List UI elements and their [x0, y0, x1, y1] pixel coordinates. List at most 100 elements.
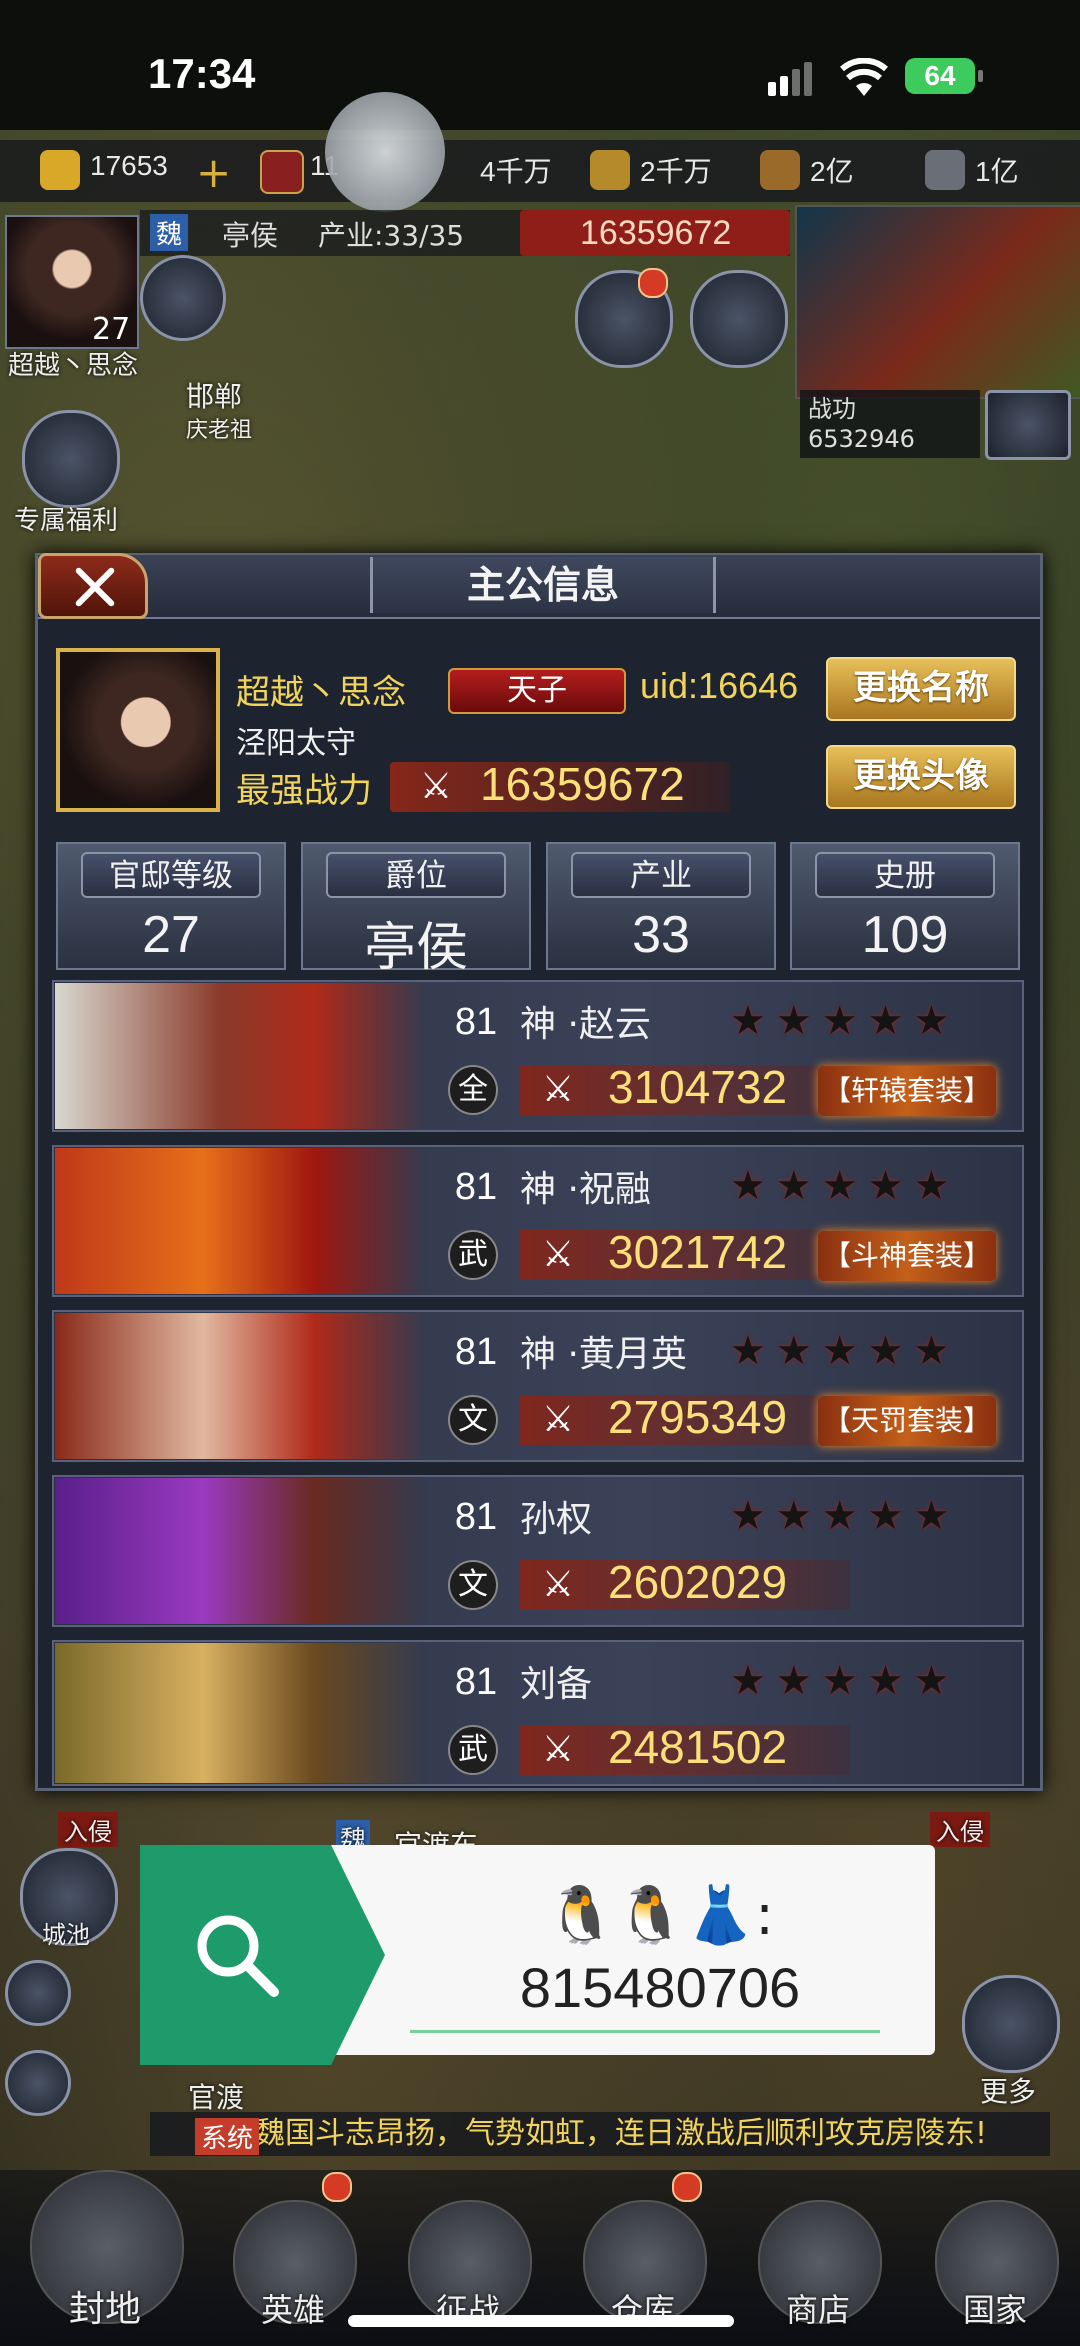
food-amount: 4千万	[480, 156, 552, 187]
summer-season-icon[interactable]	[5, 2050, 71, 2116]
invade-label-right: 入侵	[930, 1812, 990, 1847]
hero-stars: ★★★★★	[730, 1328, 960, 1374]
status-time: 17:34	[148, 50, 256, 97]
merit-label: 战功	[808, 395, 856, 423]
hero-level: 81	[454, 1001, 498, 1043]
battery-indicator: 64	[905, 58, 983, 94]
minimap[interactable]	[795, 205, 1080, 399]
ore-icon	[760, 150, 800, 190]
hero-set-tag: 【斗神套装】	[818, 1231, 996, 1281]
city-owner: 庆老祖	[186, 418, 253, 443]
nav-label-nation: 国家	[962, 2291, 1027, 2329]
hero-type-badge: 全	[448, 1065, 498, 1115]
crossed-swords-icon: ⚔	[541, 1234, 575, 1275]
level-icon	[260, 150, 304, 194]
city-label: 城池	[42, 1921, 90, 1949]
zoom-icon[interactable]	[5, 1960, 71, 2026]
hero-portrait	[55, 983, 425, 1129]
hero-name: 神 ·祝融	[520, 1169, 651, 1210]
notification-dot	[322, 2172, 352, 2202]
player-level-top: 27	[92, 312, 131, 347]
crossed-swords-icon: ⚔	[419, 766, 453, 807]
hero-set-tag: 【轩辕套装】	[818, 1066, 996, 1116]
nav-label-fief: 封地	[68, 2289, 141, 2330]
lord-name: 超越丶思念	[236, 673, 406, 713]
ore-amount: 2亿	[810, 156, 854, 187]
hero-power: 2795349	[608, 1391, 788, 1443]
game-logo	[325, 92, 445, 212]
shield-icon[interactable]	[140, 255, 226, 341]
notification-dot	[638, 268, 668, 298]
more-label[interactable]: 更多	[980, 2070, 1036, 2110]
hero-level: 81	[454, 1661, 498, 1703]
hero-stars: ★★★★★	[730, 998, 960, 1044]
welfare-label: 专属福利	[14, 506, 119, 536]
iron-amount: 1亿	[975, 156, 1019, 187]
dialog-title: 主公信息	[370, 557, 716, 613]
hero-power: 3104732	[608, 1061, 788, 1113]
guandu-label: 官渡	[188, 2081, 245, 2114]
hero-name: 神 ·黄月英	[520, 1334, 687, 1375]
iron-icon	[925, 150, 965, 190]
nav-label-shop: 商店	[785, 2291, 850, 2329]
rename-button[interactable]: 更换名称	[826, 657, 1016, 721]
invade-label-left: 入侵	[58, 1812, 118, 1847]
stat-label-nobility: 爵位	[326, 852, 506, 898]
hero-stars: ★★★★★	[730, 1163, 960, 1209]
crossed-swords-icon: ⚔	[541, 1564, 575, 1605]
hero-power: 2481502	[608, 1721, 788, 1773]
search-icon	[197, 1915, 279, 1997]
rank-text: 亭侯	[222, 219, 279, 252]
scroll-icon[interactable]	[985, 390, 1071, 460]
city-name[interactable]: 邯郸	[186, 375, 242, 415]
change-avatar-button[interactable]: 更换头像	[826, 745, 1016, 809]
marquee-tag: 系统	[195, 2118, 260, 2155]
wheat-icon	[590, 150, 630, 190]
player-name-top: 超越丶思念	[8, 351, 139, 381]
faction-badge: 魏	[150, 214, 189, 251]
welfare-icon[interactable]	[22, 410, 120, 508]
wood-amount: 2千万	[640, 156, 712, 187]
hero-type-badge: 文	[448, 1560, 498, 1610]
add-gold-button[interactable]: +	[196, 148, 231, 197]
uid-text: uid:16646	[640, 665, 799, 706]
stat-value-history: 109	[861, 906, 949, 964]
hero-stars: ★★★★★	[730, 1658, 960, 1704]
crossed-swords-icon: ⚔	[541, 1729, 575, 1770]
gold-amount: 17653	[90, 150, 168, 181]
hero-name: 孙权	[520, 1499, 593, 1540]
hero-power: 3021742	[608, 1226, 788, 1278]
top-combat-power[interactable]: 16359672	[520, 210, 790, 256]
stat-value-residence: 27	[142, 906, 200, 964]
lord-avatar	[56, 648, 220, 812]
nav-label-hero: 英雄	[260, 2291, 325, 2329]
merit-value: 6532946	[808, 425, 915, 453]
stat-label-industry: 产业	[571, 852, 751, 898]
marquee-text: 魏国斗志昂扬，气势如虹，连日激战后顺利攻克房陵东!	[255, 2116, 988, 2151]
qq-underline	[410, 2030, 880, 2033]
qq-number: 815480706	[519, 1956, 801, 2019]
home-indicator[interactable]	[348, 2315, 734, 2327]
wifi-icon	[840, 58, 888, 96]
hero-power: 2602029	[608, 1556, 788, 1608]
merit-box: 战功 6532946	[800, 390, 980, 458]
world-map-icon[interactable]	[690, 270, 788, 368]
hero-stars: ★★★★★	[730, 1493, 960, 1539]
close-button[interactable]	[38, 553, 148, 619]
stat-label-residence: 官邸等级	[81, 852, 261, 898]
system-marquee: 魏国斗志昂扬，气势如虹，连日激战后顺利攻克房陵东!	[150, 2112, 1050, 2156]
gold-icon	[40, 150, 80, 190]
power-label: 最强战力	[236, 771, 372, 811]
hero-type-badge: 文	[448, 1395, 498, 1445]
more-icon[interactable]	[962, 1975, 1060, 2073]
hero-type-badge: 武	[448, 1725, 498, 1775]
hero-portrait	[55, 1148, 425, 1294]
crossed-swords-icon: ⚔	[541, 1399, 575, 1440]
hero-name: 神 ·赵云	[520, 1004, 651, 1045]
stat-label-history: 史册	[815, 852, 995, 898]
industry-text: 产业:33/35	[318, 219, 465, 252]
stat-value-nobility: 亭侯	[363, 919, 468, 977]
hero-type-badge: 武	[448, 1230, 498, 1280]
hero-portrait	[55, 1478, 425, 1624]
hero-set-tag: 【天罚套装】	[818, 1396, 996, 1446]
